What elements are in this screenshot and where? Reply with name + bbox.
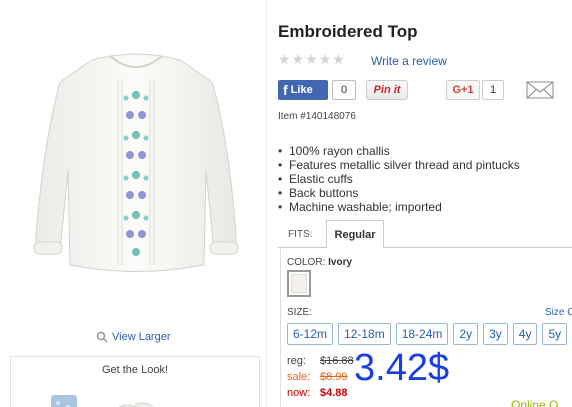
now-price: $4.88: [320, 387, 348, 399]
facebook-like-count: 0: [332, 80, 356, 100]
write-review-link[interactable]: Write a review: [371, 54, 447, 68]
google-plus-button[interactable]: G+1: [446, 80, 480, 100]
size-option-3y[interactable]: 3y: [483, 323, 508, 345]
feature-item: Back buttons: [278, 186, 520, 200]
size-option-18-24m[interactable]: 18-24m: [395, 323, 449, 345]
selected-color: Ivory: [328, 257, 353, 268]
color-label: COLOR:: [287, 257, 326, 268]
star-icon: ★: [318, 51, 333, 67]
star-icon: ★: [305, 51, 319, 67]
star-icon: ★: [291, 51, 306, 67]
size-option-2y[interactable]: 2y: [453, 323, 479, 345]
size-options: 6-12m 12-18m 18-24m 2y 3y 4y 5y: [287, 323, 568, 345]
overlay-price-annotation: 3.42$: [354, 347, 450, 389]
feature-item: Machine washable; imported: [278, 200, 520, 214]
rating-stars: ★★★★★: [278, 51, 346, 68]
panel-border: [280, 248, 281, 407]
regular-price: $16.88: [320, 355, 354, 367]
size-option-12-18m[interactable]: 12-18m: [338, 323, 391, 345]
product-image[interactable]: [14, 20, 259, 325]
product-title: Embroidered Top: [278, 22, 418, 41]
size-chart-link[interactable]: Size C: [545, 307, 572, 318]
star-icon: ★: [278, 51, 292, 67]
fits-label: FITS:: [288, 229, 313, 240]
tab-regular[interactable]: Regular: [326, 220, 384, 249]
color-label-row: COLOR: Ivory: [287, 257, 352, 268]
size-option-4y[interactable]: 4y: [512, 323, 538, 345]
view-larger-label: View Larger: [112, 331, 171, 343]
view-larger-link[interactable]: View Larger: [96, 331, 171, 343]
get-the-look-title: Get the Look!: [101, 364, 169, 376]
size-label: SIZE:: [287, 307, 313, 318]
fit-tabs: FITS: Regular: [278, 220, 572, 249]
facebook-like-label: Like: [290, 84, 313, 96]
size-option-6-12m[interactable]: 6-12m: [287, 323, 334, 345]
feature-item: Features metallic silver thread and pint…: [278, 158, 520, 172]
now-price-label: now:: [287, 387, 311, 399]
star-icon: ★: [332, 51, 346, 67]
swatch-fill: [291, 274, 307, 293]
magnifier-icon: [96, 331, 108, 343]
price-values: $16.88 $8.99 $4.88: [320, 353, 354, 401]
size-option-5y[interactable]: 5y: [542, 323, 568, 345]
regular-price-label: reg:: [287, 355, 306, 367]
color-swatch-ivory[interactable]: [287, 270, 311, 297]
look-item-shoes-thumbnail[interactable]: [115, 397, 155, 407]
get-the-look-panel: Get the Look!: [10, 356, 260, 407]
price-labels: reg: sale: now:: [287, 353, 310, 401]
online-only-badge: Online O: [511, 398, 559, 407]
look-item-shorts-thumbnail[interactable]: [49, 393, 79, 407]
sale-price-label: sale:: [287, 371, 311, 383]
email-icon[interactable]: [526, 81, 554, 99]
facebook-icon: f: [283, 82, 288, 98]
item-number: Item #140148076: [278, 111, 356, 122]
feature-list: 100% rayon challis Features metallic sil…: [278, 144, 520, 214]
sale-price: $8.99: [320, 371, 348, 383]
feature-item: Elastic cuffs: [278, 172, 520, 186]
feature-item: 100% rayon challis: [278, 144, 520, 158]
column-divider: [266, 0, 267, 407]
google-plus-count: 1: [482, 80, 504, 100]
pinterest-pin-button[interactable]: Pin it: [366, 80, 408, 100]
facebook-like-button[interactable]: f Like: [278, 80, 328, 100]
